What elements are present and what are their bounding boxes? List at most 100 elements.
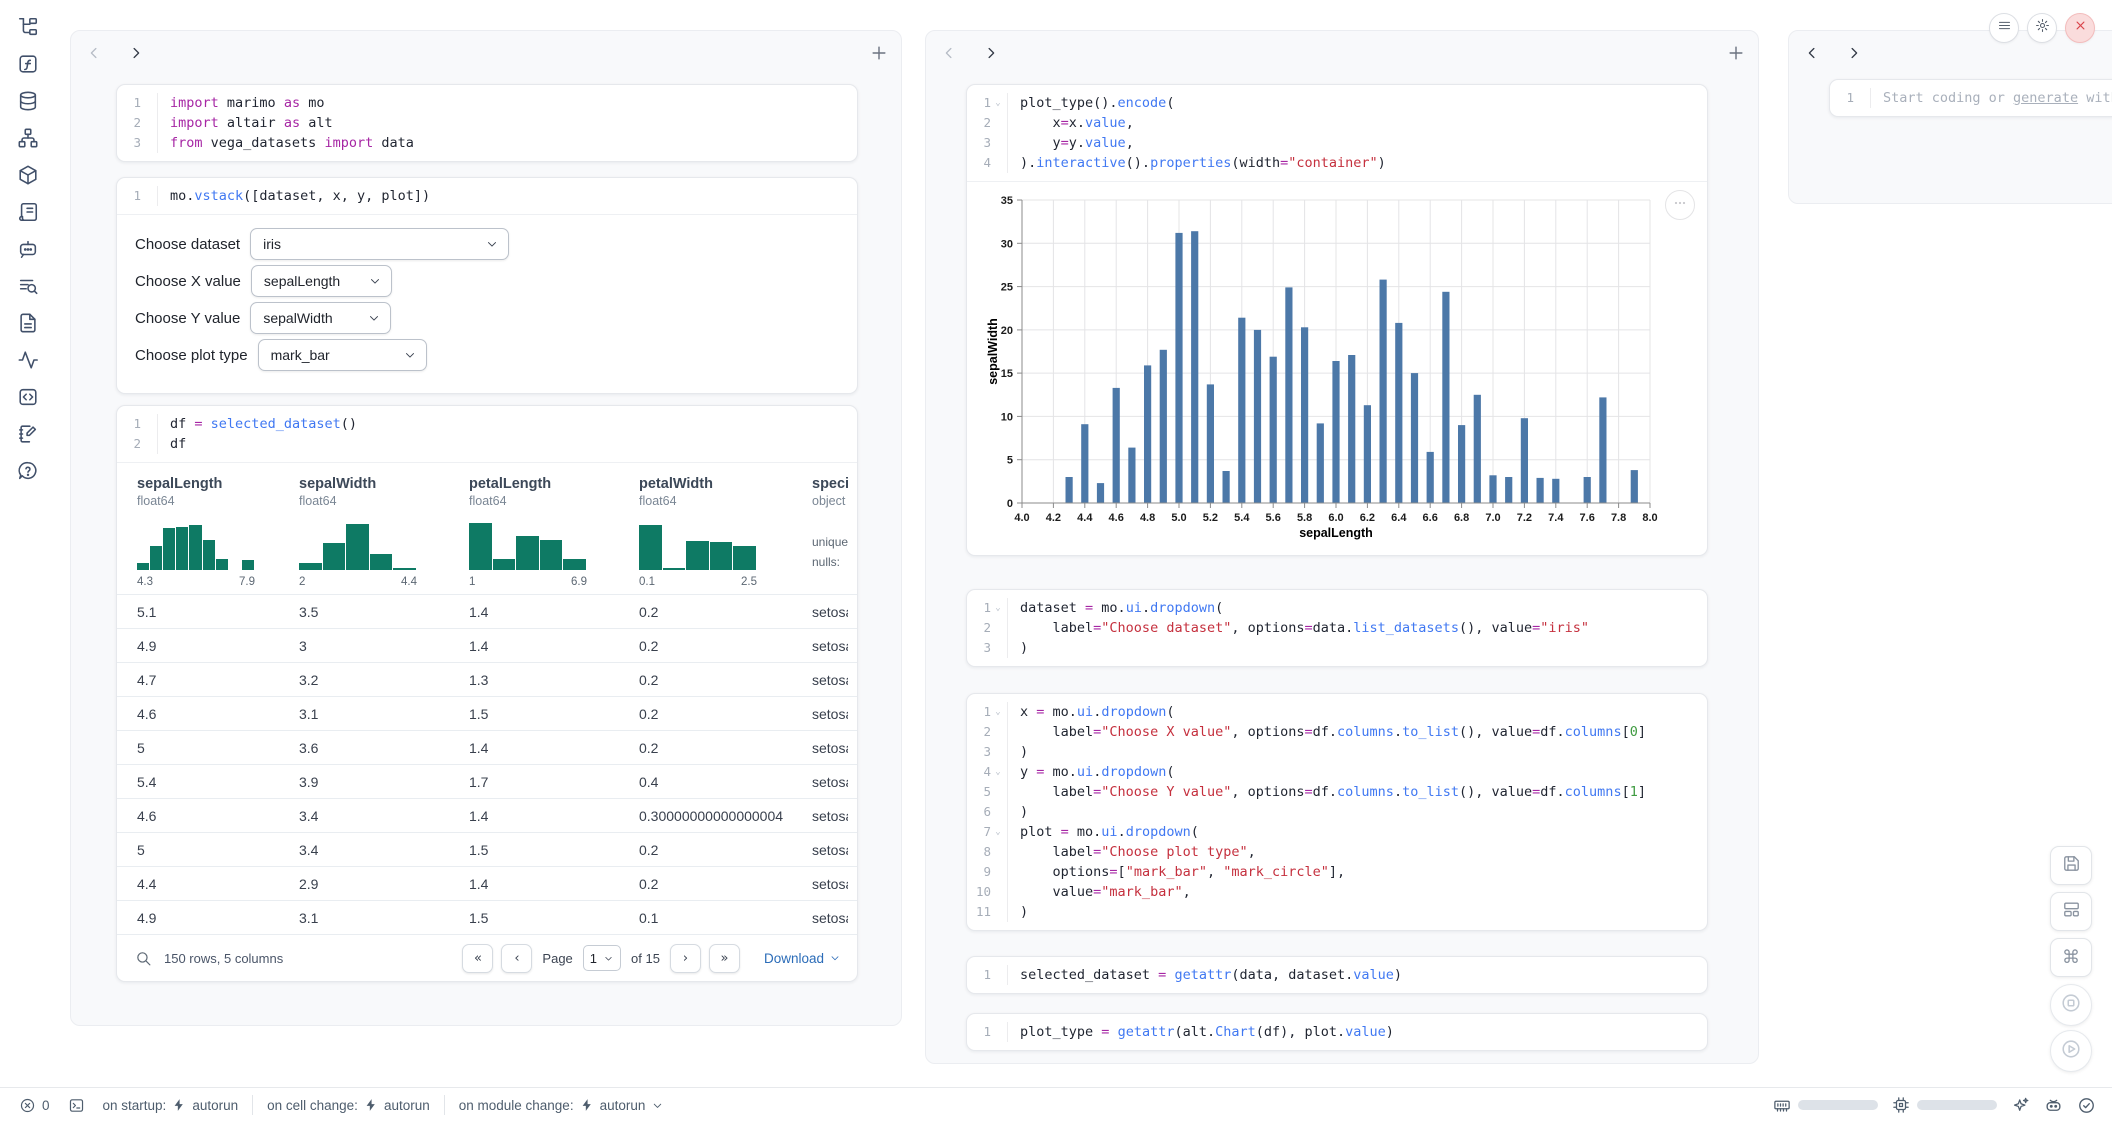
code-editor-vstack[interactable]: 1mo.vstack([dataset, x, y, plot]): [117, 178, 857, 214]
table-row[interactable]: 4.73.21.30.2setosa: [117, 662, 857, 696]
choose-y-value-select[interactable]: sepalWidth: [250, 302, 391, 334]
code-line: label="Choose X value", options=df.colum…: [1008, 722, 1646, 742]
line-number: 7⌄: [967, 822, 1008, 842]
vega-actions-button[interactable]: [1665, 190, 1695, 220]
column-header-sepalLength[interactable]: sepalLengthfloat644.37.9: [137, 476, 299, 588]
first-page-button[interactable]: «: [462, 944, 493, 973]
stop-button[interactable]: [2050, 984, 2092, 1026]
code-editor-imports[interactable]: 1import marimo as mo2import altair as al…: [117, 85, 857, 161]
logs-icon[interactable]: [17, 201, 39, 223]
table-cell: setosa: [812, 910, 848, 926]
table-row[interactable]: 4.931.40.2setosa: [117, 628, 857, 662]
chat-icon[interactable]: [17, 238, 39, 260]
connection-status-button[interactable]: [2077, 1096, 2096, 1115]
tracing-icon[interactable]: [17, 349, 39, 371]
choose-plot-type-select[interactable]: mark_bar: [258, 339, 427, 371]
column-header-species[interactable]: speciesobjectuniquenulls:: [812, 476, 848, 588]
on-module-change-setting[interactable]: on module change: autorun: [450, 1098, 674, 1113]
errors-indicator[interactable]: 0: [10, 1097, 59, 1114]
column-histogram[interactable]: [299, 518, 417, 570]
svg-text:4.6: 4.6: [1109, 512, 1124, 524]
column-header-petalWidth[interactable]: petalWidthfloat640.12.5: [639, 476, 812, 588]
run-button[interactable]: [2050, 1030, 2092, 1072]
table-row[interactable]: 5.43.91.70.4setosa: [117, 764, 857, 798]
scratchpad-icon[interactable]: [17, 423, 39, 445]
column-prev-icon[interactable]: [85, 44, 103, 62]
on-startup-setting[interactable]: on startup: autorun: [94, 1098, 248, 1113]
code-line: plot_type = getattr(alt.Chart(df), plot.…: [1008, 1022, 1394, 1042]
column-header-petalLength[interactable]: petalLengthfloat6416.9: [469, 476, 639, 588]
table-row[interactable]: 4.63.11.50.2setosa: [117, 696, 857, 730]
table-search-button[interactable]: [135, 950, 152, 967]
column-next-icon[interactable]: [127, 44, 145, 62]
table-row[interactable]: 53.61.40.2setosa: [117, 730, 857, 764]
menu-button[interactable]: [1989, 13, 2019, 43]
cell-selected-dataset: 1selected_dataset = getattr(data, datase…: [966, 956, 1708, 994]
code-line: x = mo.ui.dropdown(: [1008, 702, 1175, 722]
documentation-icon[interactable]: [17, 312, 39, 334]
code-line: y=y.value,: [1008, 133, 1134, 153]
settings-button[interactable]: [2027, 13, 2057, 43]
table-row[interactable]: 4.63.41.40.30000000000000004setosa: [117, 798, 857, 832]
copilot-button[interactable]: [2044, 1096, 2063, 1115]
on-cell-change-setting[interactable]: on cell change: autorun: [258, 1098, 439, 1113]
table-cell: 1.5: [469, 910, 639, 926]
code-editor-plot-type[interactable]: 1plot_type = getattr(alt.Chart(df), plot…: [967, 1014, 1707, 1050]
table-row[interactable]: 53.41.50.2setosa: [117, 832, 857, 866]
table-row[interactable]: 4.42.91.40.2setosa: [117, 866, 857, 900]
code-editor-dataset[interactable]: 1⌄dataset = mo.ui.dropdown(2 label="Choo…: [967, 590, 1707, 666]
download-label: Download: [764, 951, 824, 966]
column-histogram[interactable]: [639, 518, 757, 570]
layout-button[interactable]: [2050, 892, 2092, 931]
add-cell-icon[interactable]: [1726, 43, 1746, 63]
svg-text:8.0: 8.0: [1642, 512, 1657, 524]
choose-x-value-select[interactable]: sepalLength: [251, 265, 392, 297]
variables-icon[interactable]: [17, 53, 39, 75]
next-page-button[interactable]: ›: [670, 944, 701, 973]
terminal-button[interactable]: [59, 1097, 94, 1114]
table-cell: 1.3: [469, 672, 639, 688]
cell-imports: 1import marimo as mo2import altair as al…: [116, 84, 858, 162]
code-editor-df[interactable]: 1df = selected_dataset()2df: [117, 406, 857, 462]
column-histogram[interactable]: [469, 518, 587, 570]
cell-vstack: 1mo.vstack([dataset, x, y, plot]) Choose…: [116, 177, 858, 394]
page-select[interactable]: 1: [583, 945, 621, 971]
help-icon[interactable]: [17, 460, 39, 482]
add-cell-icon[interactable]: [869, 43, 889, 63]
last-page-button[interactable]: »: [709, 944, 740, 973]
code-editor-xyplot[interactable]: 1⌄x = mo.ui.dropdown(2 label="Choose X v…: [967, 694, 1707, 930]
table-row[interactable]: 5.13.51.40.2setosa: [117, 594, 857, 628]
memory-usage-meter[interactable]: [1773, 1096, 1878, 1114]
packages-icon[interactable]: [17, 164, 39, 186]
svg-text:sepalWidth: sepalWidth: [986, 318, 1000, 385]
svg-text:35: 35: [1001, 195, 1013, 207]
snippets-search-icon[interactable]: [17, 275, 39, 297]
column-dtype: float64: [299, 494, 469, 508]
column-prev-icon[interactable]: [940, 44, 958, 62]
keyboard-shortcuts-button[interactable]: ⌘: [2050, 938, 2092, 977]
dependency-graph-icon[interactable]: [17, 127, 39, 149]
lightning-icon: [580, 1098, 594, 1112]
download-button[interactable]: Download: [764, 951, 841, 966]
snippets-icon[interactable]: [17, 386, 39, 408]
svg-text:4.8: 4.8: [1140, 512, 1155, 524]
table-row[interactable]: 4.93.11.50.1setosa: [117, 900, 857, 934]
data-sources-icon[interactable]: [17, 90, 39, 112]
code-editor-selected-dataset[interactable]: 1selected_dataset = getattr(data, datase…: [967, 957, 1707, 993]
ai-assistant-button[interactable]: [2011, 1096, 2030, 1115]
column-next-icon[interactable]: [1845, 44, 1863, 62]
column-prev-icon[interactable]: [1803, 44, 1821, 62]
cpu-usage-meter[interactable]: [1892, 1096, 1997, 1114]
prev-page-button[interactable]: ‹: [501, 944, 532, 973]
chevron-down-icon: [485, 237, 499, 251]
code-editor-empty[interactable]: 1Start coding or generate with: [1830, 80, 2112, 116]
column-next-icon[interactable]: [982, 44, 1000, 62]
save-button[interactable]: [2050, 846, 2092, 885]
table-cell: 3.5: [299, 604, 469, 620]
file-explorer-icon[interactable]: [17, 16, 39, 38]
column-histogram[interactable]: [137, 518, 255, 570]
code-editor-plot[interactable]: 1⌄plot_type().encode(2 x=x.value,3 y=y.v…: [967, 85, 1707, 181]
choose-dataset-select[interactable]: iris: [250, 228, 509, 260]
column-header-sepalWidth[interactable]: sepalWidthfloat6424.4: [299, 476, 469, 588]
shutdown-button[interactable]: [2065, 13, 2095, 43]
